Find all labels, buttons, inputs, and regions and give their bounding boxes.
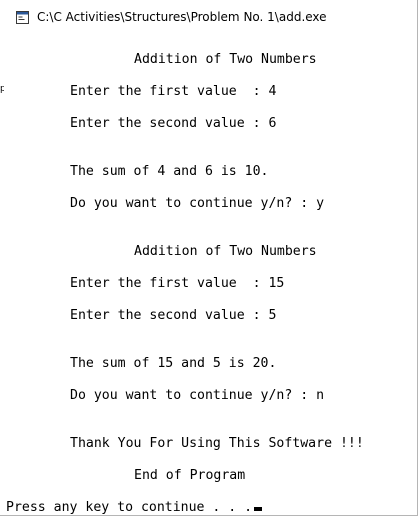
console-line-continue: Do you want to continue y/n? : n xyxy=(70,388,325,403)
title-bar[interactable]: C:\C Activities\Structures\Problem No. 1… xyxy=(0,0,418,36)
console-line-press-key: Press any key to continue . . . xyxy=(6,500,263,516)
console-line-sum: The sum of 4 and 6 is 10. xyxy=(70,164,269,179)
console-line-first-prompt: Enter the first value : 15 xyxy=(70,276,285,291)
console-line-end: End of Program xyxy=(134,468,246,483)
text-cursor xyxy=(254,507,263,511)
window-title: C:\C Activities\Structures\Problem No. 1… xyxy=(37,10,327,24)
console-line-thank-you: Thank You For Using This Software !!! xyxy=(70,436,364,451)
press-key-text: Press any key to continue . . . xyxy=(6,500,253,515)
console-app-icon xyxy=(16,11,29,24)
console-line-second-prompt: Enter the second value : 6 xyxy=(70,116,277,131)
console-line-continue: Do you want to continue y/n? : y xyxy=(70,196,325,211)
console-line-first-prompt: Enter the first value : 4 xyxy=(70,84,277,99)
console-line-sum: The sum of 15 and 5 is 20. xyxy=(70,356,277,371)
console-output[interactable]: Addition of Two Numbers Enter the first … xyxy=(0,36,417,516)
console-line-second-prompt: Enter the second value : 5 xyxy=(70,308,277,323)
console-line-heading: Addition of Two Numbers xyxy=(134,52,317,67)
console-line-heading: Addition of Two Numbers xyxy=(134,244,317,259)
